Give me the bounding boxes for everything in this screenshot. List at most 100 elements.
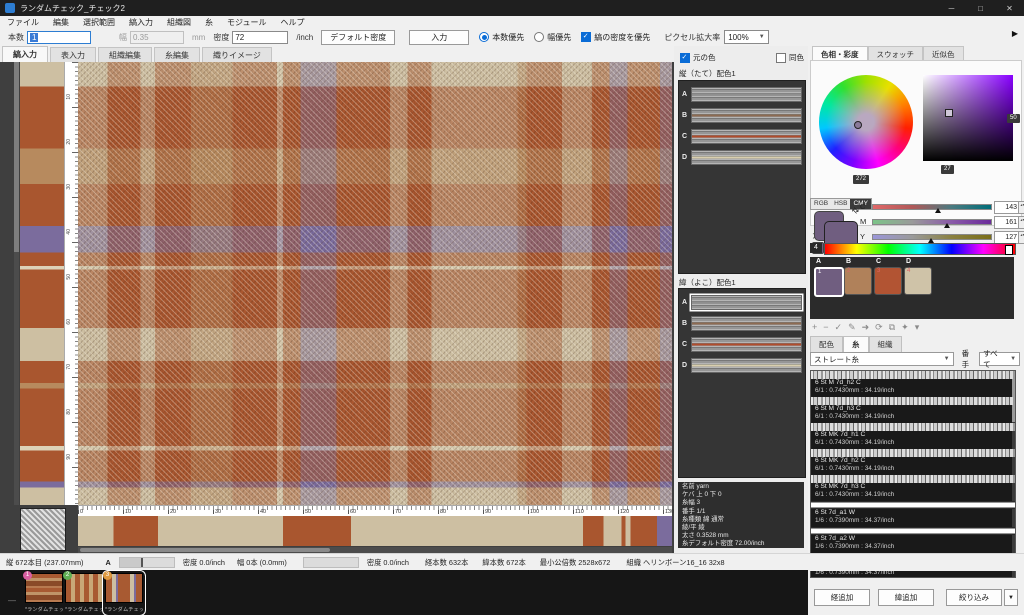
pixel-zoom-select[interactable]: 100%▼ xyxy=(724,30,768,44)
menu-item-6[interactable]: モジュール xyxy=(220,17,273,28)
original-color-checkbox[interactable] xyxy=(680,53,690,63)
yarn-list-item[interactable]: 6 St MK 7d_h3 C6/1 : 0.7430mm : 34.19/in… xyxy=(811,475,1015,501)
corner-weave-swatch[interactable] xyxy=(20,508,66,551)
yarn-band-preview[interactable] xyxy=(691,87,802,102)
warp-color-strip[interactable] xyxy=(78,516,672,546)
close-button[interactable]: ✕ xyxy=(995,0,1024,16)
slider-track-M[interactable] xyxy=(872,219,992,225)
filter-button[interactable]: 絞り込み xyxy=(946,589,1002,606)
warp-color-row-D[interactable]: D xyxy=(682,149,802,165)
hue-bar-marker[interactable] xyxy=(1005,245,1013,255)
warp-color-row-C[interactable]: C xyxy=(682,128,802,144)
yarn-tab-0[interactable]: 配色 xyxy=(810,336,843,353)
maximize-button[interactable]: □ xyxy=(966,0,995,16)
tab-2[interactable]: 組織編集 xyxy=(98,47,152,62)
minus-icon[interactable]: − xyxy=(823,322,828,333)
menu-item-0[interactable]: ファイル xyxy=(0,17,46,28)
refresh-icon[interactable]: ⟳ xyxy=(875,322,883,333)
slider-track-C[interactable] xyxy=(872,204,992,210)
density-input[interactable]: 72 xyxy=(232,31,288,44)
width-priority-radio[interactable] xyxy=(534,32,544,42)
menu-item-1[interactable]: 編集 xyxy=(46,17,76,28)
pencil-icon[interactable]: ✎ xyxy=(848,322,856,333)
slider-spinner-Y[interactable]: ▴▾ xyxy=(1018,231,1024,244)
pattern-thumbnail-2[interactable]: 2*ランダムチェッ... xyxy=(65,573,103,613)
palette-swatch-2[interactable]: 2 xyxy=(844,267,872,295)
plus-icon[interactable]: + xyxy=(812,322,817,333)
copy-icon[interactable]: ⧉ xyxy=(889,322,895,333)
tab-4[interactable]: 織りイメージ xyxy=(202,47,272,62)
warp-color-row-B[interactable]: B xyxy=(682,107,802,123)
weft-color-row-D[interactable]: D xyxy=(682,357,802,373)
add-weft-button[interactable]: 緯追加 xyxy=(878,589,934,606)
minimize-button[interactable]: ─ xyxy=(937,0,966,16)
yarn-tab-2[interactable]: 組織 xyxy=(869,336,902,353)
menu-item-5[interactable]: 糸 xyxy=(198,17,220,28)
arrow-right-icon[interactable]: ➜ xyxy=(862,322,870,333)
add-warp-button[interactable]: 経追加 xyxy=(814,589,870,606)
warp-color-row-A[interactable]: A xyxy=(682,86,802,102)
default-density-button[interactable]: デフォルト密度 xyxy=(321,30,395,45)
tab-0[interactable]: 縞入力 xyxy=(2,46,48,62)
yarn-list-item[interactable]: 6 St MK 7d_h1 C6/1 : 0.7430mm : 34.19/in… xyxy=(811,423,1015,449)
slider-value-C[interactable]: 143 xyxy=(994,201,1020,214)
thumbnail-bar-grip[interactable]: — xyxy=(8,596,16,605)
stripe-density-label: 縞の密度を優先 xyxy=(594,32,650,43)
check-icon[interactable]: ✓ xyxy=(835,322,843,333)
saturation-brightness-square[interactable] xyxy=(923,75,1013,161)
color-wheel[interactable] xyxy=(819,75,913,169)
left-strip-scrollbar[interactable] xyxy=(14,62,19,505)
dropdown-icon[interactable]: ▾ xyxy=(915,322,920,333)
slider-spinner-C[interactable]: ▴▾ xyxy=(1018,201,1024,214)
hue-bar[interactable] xyxy=(824,243,1016,255)
yarn-band-preview[interactable] xyxy=(691,295,802,310)
pattern-thumbnail-1[interactable]: 1*ランダムチェック xyxy=(25,573,63,613)
input-button[interactable]: 入力 xyxy=(409,30,469,45)
yarn-type-select[interactable]: ストレート糸▼ xyxy=(810,352,954,366)
weft-color-row-A[interactable]: A xyxy=(682,294,802,310)
yarn-band-preview[interactable] xyxy=(691,358,802,373)
slider-value-M[interactable]: 161 xyxy=(994,216,1020,229)
yarn-list-item[interactable]: 6 St M 7d_h2 C6/1 : 0.7430mm : 34.19/inc… xyxy=(811,371,1015,397)
stripe-density-checkbox[interactable] xyxy=(581,32,591,42)
menu-item-3[interactable]: 縞入力 xyxy=(122,17,160,28)
weft-color-row-B[interactable]: B xyxy=(682,315,802,331)
tab-3[interactable]: 糸編集 xyxy=(154,47,200,62)
yarn-band-preview[interactable] xyxy=(691,150,802,165)
menu-item-2[interactable]: 選択範囲 xyxy=(76,17,122,28)
yarn-list-item[interactable]: 6 St 7d_a2 W1/6 : 0.7390mm : 34.37/inch xyxy=(811,527,1015,553)
slider-spinner-M[interactable]: ▴▾ xyxy=(1018,216,1024,229)
yarn-list-item[interactable]: 6 St M 7d_h3 C6/1 : 0.7430mm : 34.19/inc… xyxy=(811,397,1015,423)
filter-dropdown-button[interactable]: ▼ xyxy=(1004,589,1018,606)
count-priority-radio[interactable] xyxy=(479,32,489,42)
tab-1[interactable]: 表入力 xyxy=(50,47,96,62)
diamond-icon[interactable]: ✦ xyxy=(901,322,909,333)
toolbar-overflow-arrow-icon[interactable]: ▶ xyxy=(1012,29,1018,38)
yarn-tab-1[interactable]: 糸 xyxy=(843,336,869,353)
pattern-thumbnail-3[interactable]: 3*ランダムチェッ2 xyxy=(105,573,143,613)
yarn-band-preview[interactable] xyxy=(691,337,802,352)
palette-swatch-4[interactable]: 4 xyxy=(904,267,932,295)
slider-marker-M[interactable] xyxy=(944,223,950,228)
weft-color-row-C[interactable]: C xyxy=(682,336,802,352)
yarn-list[interactable]: 6 St M 7d_h2 C6/1 : 0.7430mm : 34.19/inc… xyxy=(810,370,1016,578)
color-mode-hsb[interactable]: HSB xyxy=(831,199,850,209)
color-wheel-marker[interactable] xyxy=(854,121,862,129)
color-mode-rgb[interactable]: RGB xyxy=(811,199,831,209)
menu-item-7[interactable]: ヘルプ xyxy=(273,17,311,28)
menu-item-4[interactable]: 組織図 xyxy=(160,17,198,28)
yarn-list-item[interactable]: 6 St 7d_a1 W1/6 : 0.7390mm : 34.37/inch xyxy=(811,501,1015,527)
palette-swatch-1[interactable]: 1 xyxy=(814,267,844,297)
fabric-canvas[interactable] xyxy=(78,62,672,505)
slider-marker-C[interactable] xyxy=(935,208,941,213)
yarn-band-preview[interactable] xyxy=(691,316,802,331)
palette-swatch-3[interactable]: 3 xyxy=(874,267,902,295)
yarn-band-preview[interactable] xyxy=(691,129,802,144)
weft-color-strip[interactable] xyxy=(20,62,64,505)
sb-marker[interactable] xyxy=(945,109,953,117)
count-input[interactable]: 1 xyxy=(27,31,91,44)
yarn-list-item[interactable]: 6 St MK 7d_h2 C6/1 : 0.7430mm : 34.19/in… xyxy=(811,449,1015,475)
yarn-band-preview[interactable] xyxy=(691,108,802,123)
same-color-checkbox[interactable] xyxy=(776,53,786,63)
count-filter-select[interactable]: すべて▼ xyxy=(979,352,1020,366)
